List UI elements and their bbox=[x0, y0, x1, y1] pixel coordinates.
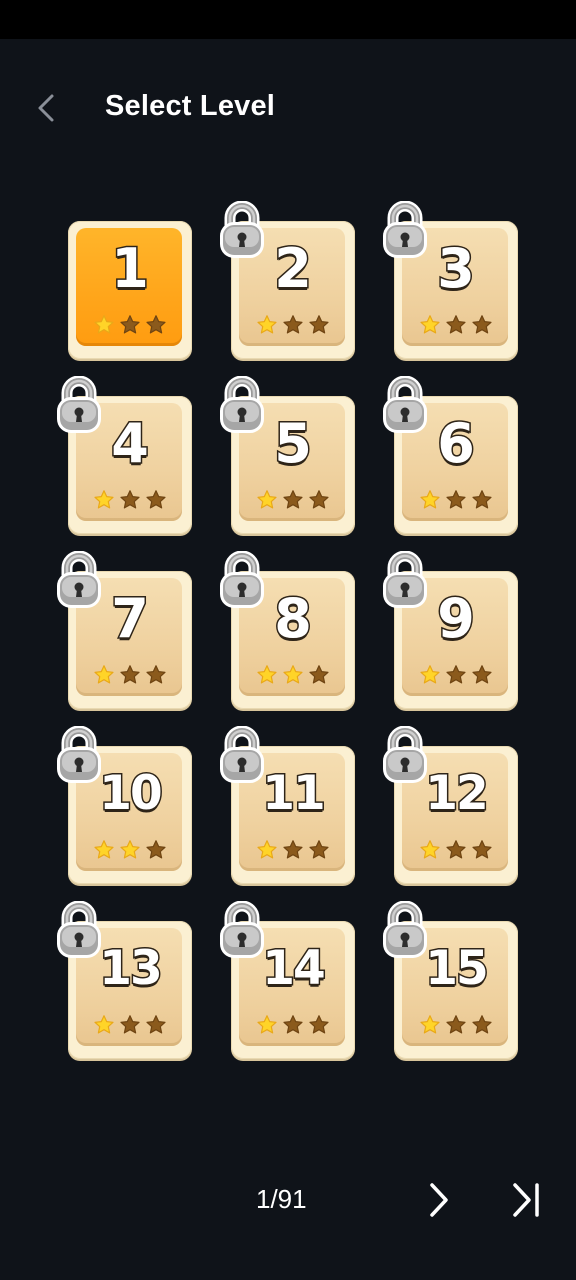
lock-icon bbox=[220, 726, 264, 783]
level-tile-9[interactable]: 9 bbox=[383, 551, 518, 711]
star-filled-icon bbox=[257, 490, 277, 509]
lock-icon bbox=[57, 551, 101, 608]
page-indicator: 1/91 bbox=[256, 1184, 307, 1214]
star-empty-icon bbox=[146, 1015, 166, 1034]
level-stars bbox=[231, 489, 355, 513]
star-filled-icon bbox=[283, 665, 303, 684]
lock-icon bbox=[383, 551, 427, 608]
star-filled-icon bbox=[94, 490, 114, 509]
star-empty-icon bbox=[146, 840, 166, 859]
level-tile-14[interactable]: 14 bbox=[220, 901, 355, 1061]
star-filled-icon bbox=[94, 315, 114, 334]
level-stars bbox=[68, 314, 192, 338]
lock-icon bbox=[383, 201, 427, 258]
lock-icon bbox=[383, 901, 427, 958]
star-filled-icon bbox=[94, 665, 114, 684]
star-empty-icon bbox=[283, 840, 303, 859]
level-tile-3[interactable]: 3 bbox=[383, 201, 518, 361]
level-tile-12[interactable]: 12 bbox=[383, 726, 518, 886]
lock-icon bbox=[220, 376, 264, 433]
lock-icon bbox=[220, 551, 264, 608]
star-filled-icon bbox=[420, 490, 440, 509]
lock-icon bbox=[57, 901, 101, 958]
star-empty-icon bbox=[309, 840, 329, 859]
level-tile-6[interactable]: 6 bbox=[383, 376, 518, 536]
star-empty-icon bbox=[446, 1015, 466, 1034]
level-stars bbox=[68, 664, 192, 688]
star-filled-icon bbox=[257, 665, 277, 684]
level-stars bbox=[394, 314, 518, 338]
lock-icon bbox=[57, 726, 101, 783]
star-empty-icon bbox=[146, 315, 166, 334]
star-empty-icon bbox=[472, 490, 492, 509]
star-filled-icon bbox=[420, 1015, 440, 1034]
star-empty-icon bbox=[120, 490, 140, 509]
star-empty-icon bbox=[146, 665, 166, 684]
level-tile-13[interactable]: 13 bbox=[57, 901, 192, 1061]
level-stars bbox=[394, 489, 518, 513]
chevron-right-icon bbox=[430, 1183, 448, 1217]
level-stars bbox=[231, 314, 355, 338]
pagination: 1/91 bbox=[0, 1160, 576, 1240]
level-stars bbox=[231, 839, 355, 863]
level-tile-11[interactable]: 11 bbox=[220, 726, 355, 886]
lock-icon bbox=[383, 726, 427, 783]
star-empty-icon bbox=[283, 490, 303, 509]
star-empty-icon bbox=[283, 315, 303, 334]
star-filled-icon bbox=[257, 840, 277, 859]
star-filled-icon bbox=[94, 840, 114, 859]
star-filled-icon bbox=[257, 315, 277, 334]
star-empty-icon bbox=[446, 490, 466, 509]
level-tile-5[interactable]: 5 bbox=[220, 376, 355, 536]
star-empty-icon bbox=[472, 1015, 492, 1034]
skip-to-end-icon bbox=[513, 1183, 539, 1217]
star-empty-icon bbox=[472, 665, 492, 684]
level-stars bbox=[68, 489, 192, 513]
star-empty-icon bbox=[120, 315, 140, 334]
level-stars bbox=[394, 839, 518, 863]
star-empty-icon bbox=[446, 315, 466, 334]
star-empty-icon bbox=[120, 665, 140, 684]
level-stars bbox=[68, 839, 192, 863]
lock-icon bbox=[220, 901, 264, 958]
star-empty-icon bbox=[309, 1015, 329, 1034]
lock-icon bbox=[57, 376, 101, 433]
star-empty-icon bbox=[446, 840, 466, 859]
star-empty-icon bbox=[472, 840, 492, 859]
level-stars bbox=[394, 1014, 518, 1038]
level-stars bbox=[394, 664, 518, 688]
star-empty-icon bbox=[120, 1015, 140, 1034]
level-tile-15[interactable]: 15 bbox=[383, 901, 518, 1061]
lock-icon bbox=[220, 201, 264, 258]
level-number: 1 bbox=[110, 237, 151, 300]
star-empty-icon bbox=[446, 665, 466, 684]
level-tile-10[interactable]: 10 bbox=[57, 726, 192, 886]
star-filled-icon bbox=[120, 840, 140, 859]
level-grid: 1 2 3 4 5 6 7 8 9 10 11 12 13 14 15 bbox=[0, 0, 576, 1100]
star-filled-icon bbox=[257, 1015, 277, 1034]
star-filled-icon bbox=[420, 840, 440, 859]
level-tile-2[interactable]: 2 bbox=[220, 201, 355, 361]
star-empty-icon bbox=[309, 665, 329, 684]
level-stars bbox=[68, 1014, 192, 1038]
star-empty-icon bbox=[283, 1015, 303, 1034]
star-empty-icon bbox=[472, 315, 492, 334]
lock-icon bbox=[383, 376, 427, 433]
next-page-button[interactable] bbox=[420, 1180, 460, 1220]
star-filled-icon bbox=[420, 665, 440, 684]
level-stars bbox=[231, 664, 355, 688]
level-stars bbox=[231, 1014, 355, 1038]
level-tile-1[interactable]: 1 bbox=[68, 221, 192, 361]
star-filled-icon bbox=[94, 1015, 114, 1034]
level-tile-8[interactable]: 8 bbox=[220, 551, 355, 711]
star-filled-icon bbox=[420, 315, 440, 334]
level-tile-7[interactable]: 7 bbox=[57, 551, 192, 711]
star-empty-icon bbox=[146, 490, 166, 509]
star-empty-icon bbox=[309, 490, 329, 509]
level-tile-4[interactable]: 4 bbox=[57, 376, 192, 536]
star-empty-icon bbox=[309, 315, 329, 334]
last-page-button[interactable] bbox=[505, 1180, 545, 1220]
